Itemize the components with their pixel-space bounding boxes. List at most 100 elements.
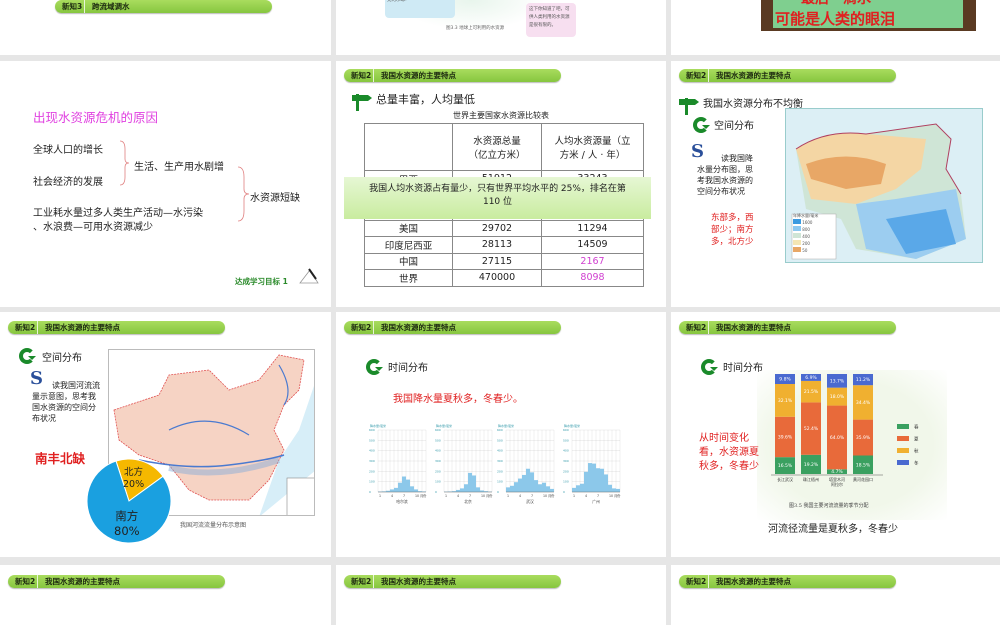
section-header: 新知2 我国水资源的主要特点	[679, 575, 896, 588]
slide-thumbnail-5[interactable]: 新知2 我国水资源的主要特点 总量丰富，人均量低 世界主要国家水资源比较表 水资…	[336, 61, 666, 307]
section-header: 新知2 我国水资源的主要特点	[8, 321, 225, 334]
cause-text: 全球人口的增长	[33, 141, 103, 156]
section-header: 新知3 跨流域调水	[55, 0, 272, 13]
cause-text: 工业耗水量过多人类生产活动—水污染	[33, 204, 203, 219]
legend-label: 冬	[914, 460, 919, 467]
bubble-pink: 这下你知道了吧，可供人类利用的水资源是很有限的。	[526, 3, 576, 37]
cause-text: 社会经济的发展	[33, 173, 103, 188]
photo-text: 最后一滴水	[801, 0, 871, 8]
river-label: 长江武汉	[777, 476, 793, 482]
section-number: 新知3	[55, 0, 85, 13]
table-row: 美国2970211294	[365, 220, 644, 237]
y-tick-label: 200	[563, 469, 569, 473]
signpost-icon	[679, 95, 701, 115]
precipitation-chart: 降水量/毫米010020030040050060014710 月份广州	[562, 422, 624, 512]
city-label: 哈尔滨	[396, 499, 408, 504]
city-label: 北京	[464, 499, 472, 504]
section-title: 我国水资源的主要特点	[709, 322, 791, 333]
section-number: 新知2	[344, 69, 374, 82]
slide-thumbnail-3[interactable]: 最后一滴水 可能是人类的眼泪	[671, 0, 1000, 55]
y-tick-label: 200	[497, 469, 503, 473]
section-title: 我国水资源的主要特点	[38, 322, 120, 333]
slide-thumbnail-10[interactable]: 新知2 我国水资源的主要特点	[0, 565, 331, 625]
legend-label: 秋	[914, 448, 919, 455]
table-row: 世界4700008098	[365, 270, 644, 287]
x-tick-label: 7	[531, 494, 533, 498]
precip-bar	[534, 480, 538, 492]
slide-thumbnail-11[interactable]: 新知2 我国水资源的主要特点	[336, 565, 666, 625]
y-tick-label: 400	[497, 449, 503, 453]
precip-bar	[514, 482, 518, 492]
precip-bar	[546, 486, 550, 492]
learning-goal-num: 1	[283, 277, 288, 286]
slide-thumbnail-2[interactable]: 千米的水，是蔚蓝色宝石一样漂亮的水球! 这下你知道了吧，可供人类利用的水资源是很…	[336, 0, 666, 55]
precipitation-map	[785, 108, 983, 263]
precipitation-chart: 降水量/毫米010020030040050060014710 月份武汉	[496, 422, 558, 512]
bubble-blue: 千米的水，是蔚蓝色宝石一样漂亮的水球!	[385, 0, 455, 18]
slide-thumbnail-12[interactable]: 新知2 我国水资源的主要特点	[671, 565, 1000, 625]
segment-label: 9.8%	[779, 377, 791, 383]
precip-bar	[596, 468, 600, 492]
legend-label: 春	[914, 424, 919, 431]
segment-label: 64.0%	[830, 435, 845, 441]
photo-text: 可能是人类的眼泪	[775, 8, 895, 29]
y-tick-label: 200	[369, 469, 375, 473]
slide-thumbnail-9[interactable]: 新知2 我国水资源的主要特点 时间分布 16.5%39.6%32.1%9.8%长…	[671, 312, 1000, 557]
x-tick-label: 10 月份	[543, 493, 555, 498]
precip-bar	[584, 472, 588, 492]
section-number: 新知2	[344, 575, 374, 588]
legend-item: 400	[793, 233, 812, 240]
learning-goal-link[interactable]: 达成学习目标 1	[235, 276, 288, 287]
section-header: 新知2 我国水资源的主要特点	[679, 321, 896, 334]
x-tick-label: 7	[403, 494, 405, 498]
slide-title: 出现水资源危机的原因	[33, 107, 158, 126]
y-tick-label: 500	[497, 438, 503, 442]
section-title: 我国水资源的主要特点	[374, 322, 456, 333]
subheading: 空间分布	[714, 117, 754, 132]
x-tick-label: 4	[519, 494, 521, 498]
recycle-icon	[19, 348, 35, 364]
subheading: 空间分布	[42, 349, 82, 364]
precip-bar	[464, 484, 468, 492]
precipitation-chart: 降水量/毫米010020030040050060014710 月份北京	[434, 422, 496, 512]
column-header: 水资源总量（亿立方米）	[453, 124, 542, 171]
figure-caption: 图3.5 我国主要河流流量的季节分配	[789, 502, 869, 509]
answer-text: 我国降水量夏秋多，冬春少。	[393, 390, 523, 405]
segment-label: 35.9%	[856, 435, 871, 441]
x-tick-label: 4	[585, 494, 587, 498]
recycle-icon	[366, 359, 382, 375]
slide-thumbnail-1[interactable]: 新知3 跨流域调水	[0, 0, 331, 55]
section-number: 新知2	[679, 69, 709, 82]
section-number: 新知2	[679, 321, 709, 334]
answer-text: 南丰北缺	[35, 448, 85, 467]
y-tick-label: 300	[369, 459, 375, 463]
precip-bar	[460, 488, 464, 492]
slide-thumbnail-7[interactable]: 新知2 我国水资源的主要特点 空间分布 S 读我国河流流量示意图，思考我国水资源…	[0, 312, 331, 557]
y-tick-label: 500	[369, 438, 375, 442]
section-title: 我国水资源的主要特点	[709, 576, 791, 587]
segment-label: 4.7%	[831, 469, 843, 475]
precip-bar	[576, 485, 580, 492]
section-number: 新知2	[679, 575, 709, 588]
brace-icon	[236, 165, 250, 223]
subheading: 时间分布	[723, 359, 763, 374]
segment-label: 52.4%	[804, 426, 819, 432]
section-number: 新知2	[344, 321, 374, 334]
precip-bar	[414, 489, 418, 492]
precip-bar	[616, 489, 620, 492]
legend-item: 50	[793, 247, 812, 254]
precip-bar	[506, 487, 510, 492]
y-tick-label: 400	[369, 449, 375, 453]
x-tick-label: 7	[597, 494, 599, 498]
y-tick-label: 0	[435, 490, 437, 494]
slide-thumbnail-6[interactable]: 新知2 我国水资源的主要特点 我国水资源分布不均衡 空间分布 S 读我国降水量分…	[671, 61, 1000, 307]
segment-label: 13.7%	[830, 378, 845, 384]
precip-bar	[406, 480, 410, 492]
legend-item: 200	[793, 240, 812, 247]
slide-thumbnail-8[interactable]: 新知2 我国水资源的主要特点 时间分布 我国降水量夏秋多，冬春少。 降水量/毫米…	[336, 312, 666, 557]
segment-label: 18.0%	[830, 394, 845, 400]
slide-thumbnail-4[interactable]: 出现水资源危机的原因 全球人口的增长 社会经济的发展 生活、生产用水剧增 工业耗…	[0, 61, 331, 307]
precip-bar	[592, 464, 596, 492]
river-season-chart: 16.5%39.6%32.1%9.8%长江武汉19.2%52.4%21.5%6.…	[771, 372, 956, 497]
segment-label: 32.1%	[778, 398, 793, 404]
